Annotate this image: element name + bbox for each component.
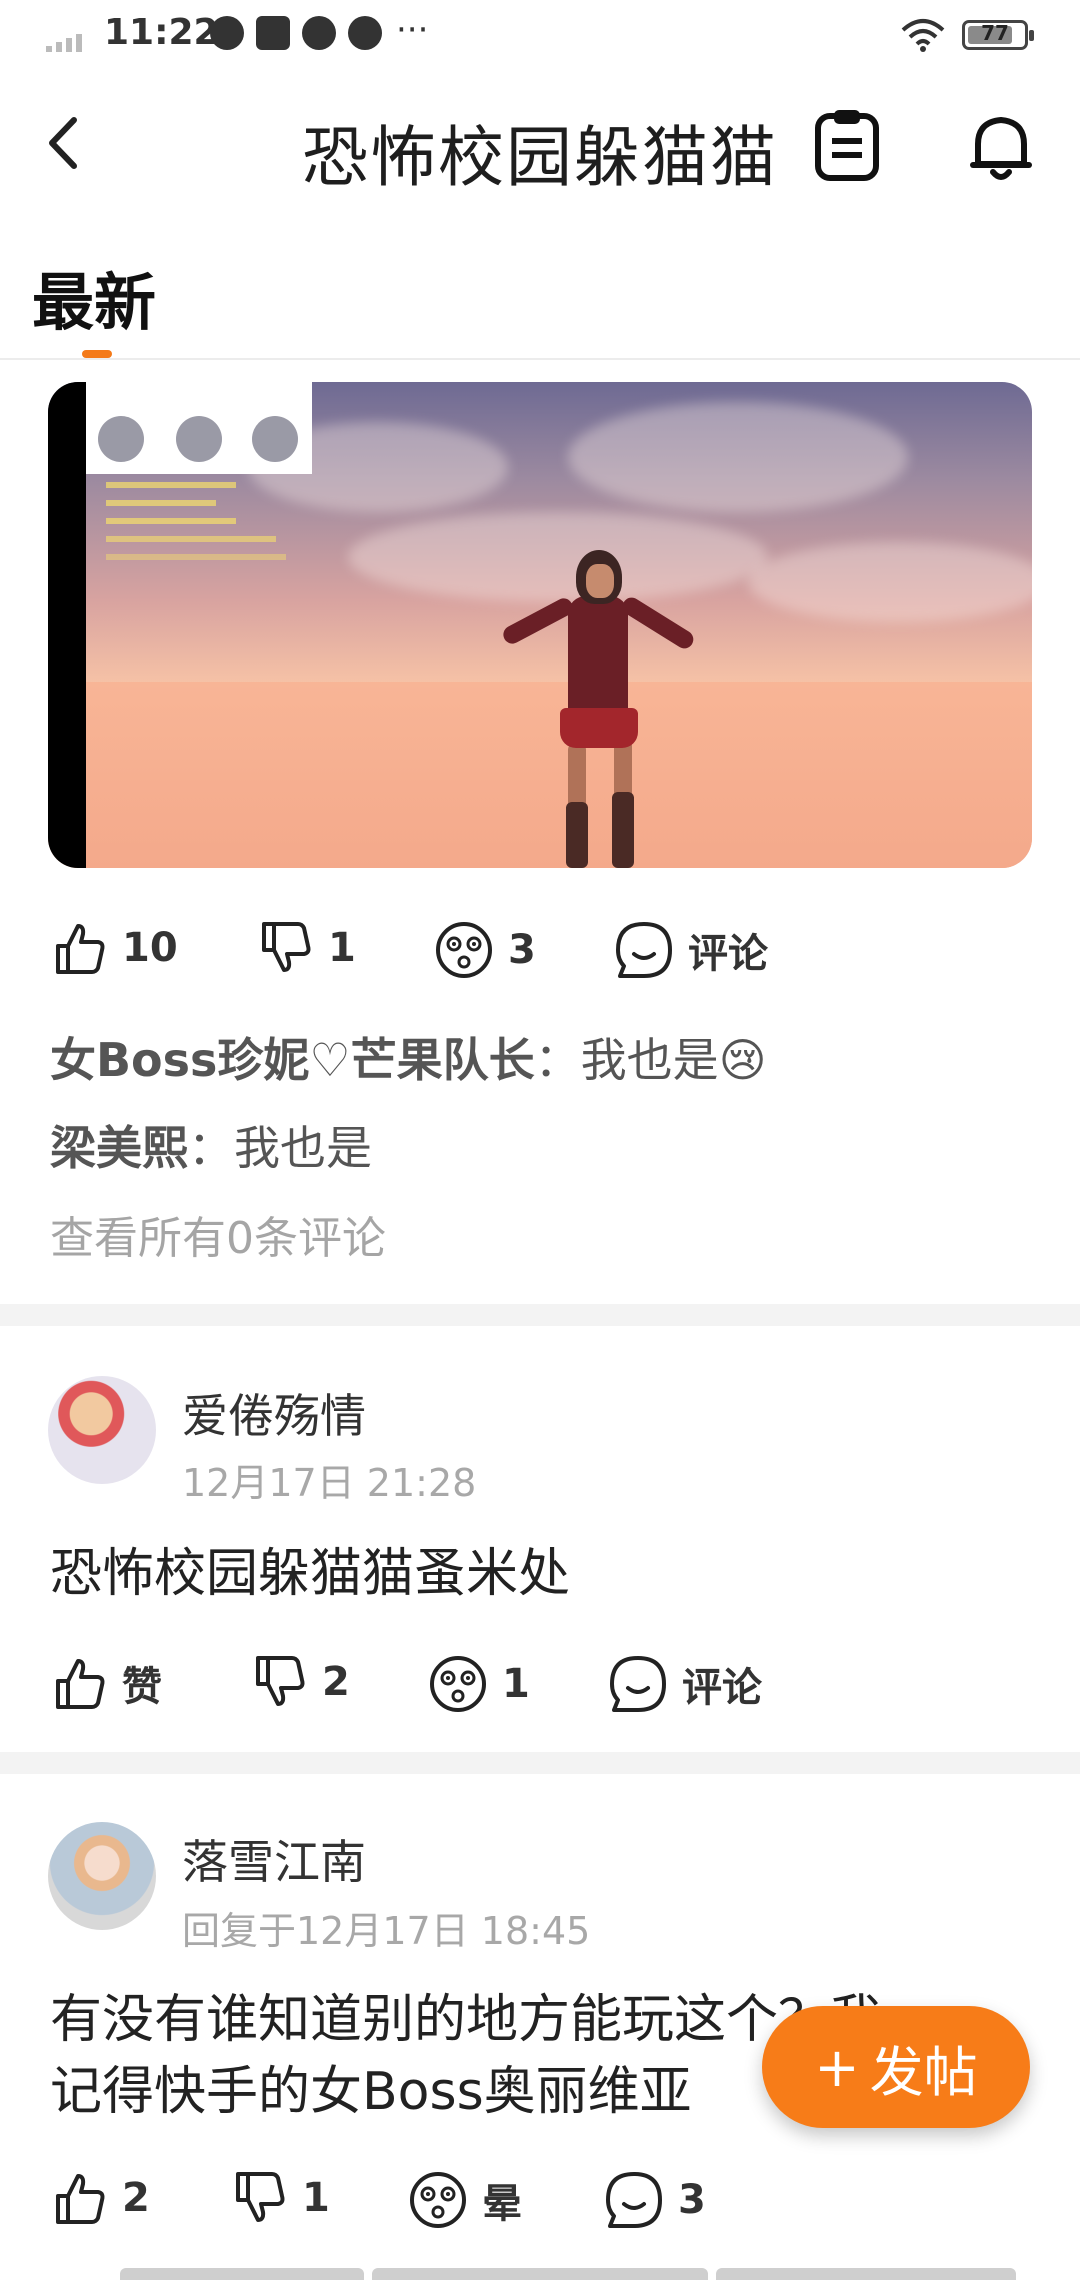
comment-label: 评论	[682, 1665, 762, 1711]
comment-count: 3	[678, 2177, 706, 2223]
dislike-count: 1	[302, 2175, 330, 2221]
image-strip	[372, 2268, 708, 2280]
stun-count: 1	[502, 1661, 530, 1707]
thumbs-down-icon	[262, 922, 311, 972]
thumbs-up-icon	[56, 2174, 105, 2224]
dislike-count: 1	[328, 925, 356, 971]
game-chat-panel	[86, 382, 312, 474]
signal-icon	[46, 34, 82, 52]
dizzy-face-icon	[430, 1656, 486, 1712]
game-chat-log	[106, 476, 286, 572]
stun-count: 3	[508, 927, 536, 973]
battery-level: 77	[981, 21, 1009, 45]
dizzy-face-icon	[410, 2172, 466, 2228]
dislike-button[interactable]: 1	[232, 2170, 330, 2226]
comment-button[interactable]: 评论	[608, 1654, 762, 1714]
like-count: 2	[122, 2175, 150, 2221]
browser-notification-icon	[348, 16, 382, 50]
image-strip	[120, 2268, 364, 2280]
image-strip	[716, 2268, 1016, 2280]
thumbs-down-icon	[236, 2172, 285, 2222]
wifi-icon	[901, 19, 945, 52]
comment-bubble-icon	[616, 922, 672, 978]
clipboard-icon[interactable]	[812, 108, 882, 184]
dislike-count: 2	[322, 1659, 350, 1705]
comment-text: 我也是😢	[580, 1033, 767, 1087]
post-video-thumbnail[interactable]	[48, 382, 1032, 868]
like-button[interactable]: 2	[52, 2170, 150, 2226]
post-author[interactable]: 爱倦殇情	[182, 1380, 366, 1446]
thumbs-up-icon	[56, 1659, 105, 1709]
music-notification-icon	[302, 16, 336, 50]
battery-icon: 77	[962, 20, 1034, 50]
stun-count: 晕	[482, 2181, 522, 2227]
post-author[interactable]: 落雪江南	[182, 1826, 366, 1892]
game-character	[568, 596, 628, 716]
dislike-button[interactable]: 1	[258, 920, 356, 976]
video-black-bar	[48, 382, 86, 868]
more-notifications-icon: ···	[396, 10, 429, 50]
comment-item: 梁美熙：我也是	[50, 1121, 372, 1175]
notification-icons	[210, 16, 382, 50]
like-button[interactable]: 赞	[52, 1654, 162, 1712]
new-post-button[interactable]: + 发帖	[762, 2006, 1030, 2128]
stun-button[interactable]: 1	[428, 1654, 530, 1714]
players-icon	[176, 416, 222, 462]
status-bar: 11:22 ··· 77	[0, 0, 1080, 76]
post-separator	[0, 1304, 1080, 1326]
like-button[interactable]: 10	[52, 920, 178, 976]
stun-button[interactable]: 3	[434, 920, 536, 980]
post-separator	[0, 1752, 1080, 1774]
like-count: 赞	[122, 1664, 162, 1710]
page-title: 恐怖校园躲猫猫	[302, 119, 778, 196]
bell-icon[interactable]	[966, 108, 1036, 184]
tab-divider	[0, 358, 1080, 360]
comment-button[interactable]: 评论	[614, 920, 768, 980]
post-time: 回复于12月17日 18:45	[182, 1909, 591, 1953]
post-time: 12月17日 21:28	[182, 1461, 477, 1505]
comment-item: 女Boss珍妮♡芒果队长：我也是😢	[50, 1033, 767, 1087]
comment-label: 评论	[688, 931, 768, 977]
avatar[interactable]	[48, 1822, 156, 1930]
mail-notification-icon	[256, 16, 290, 50]
dizzy-face-icon	[436, 922, 492, 978]
comment-text: 我也是	[234, 1121, 372, 1175]
thumbs-up-icon	[56, 924, 105, 974]
thumbs-down-icon	[256, 1656, 305, 1706]
list-icon	[98, 416, 144, 462]
comment-user[interactable]: 女Boss珍妮♡芒果队长	[50, 1033, 535, 1087]
post-text[interactable]: 恐怖校园躲猫猫蚤米处	[50, 1538, 570, 1610]
avatar[interactable]	[48, 1376, 156, 1484]
like-count: 10	[122, 925, 178, 971]
comment-button[interactable]: 3	[604, 2170, 706, 2230]
status-time: 11:22	[104, 12, 219, 53]
tab-latest[interactable]: 最新	[32, 252, 156, 342]
dislike-button[interactable]: 2	[252, 1654, 350, 1710]
comment-bubble-icon	[606, 2172, 662, 2228]
app-notification-icon	[210, 16, 244, 50]
new-post-label: 发帖	[869, 2040, 978, 2104]
tab-indicator	[82, 350, 112, 358]
comment-user[interactable]: 梁美熙	[50, 1121, 188, 1175]
stun-button[interactable]: 晕	[408, 2170, 522, 2230]
comment-bubble-icon	[610, 1656, 666, 1712]
view-all-comments-link[interactable]: 查看所有0条评论	[50, 1202, 386, 1266]
plus-icon: +	[814, 2035, 860, 2099]
chat-icon	[252, 416, 298, 462]
